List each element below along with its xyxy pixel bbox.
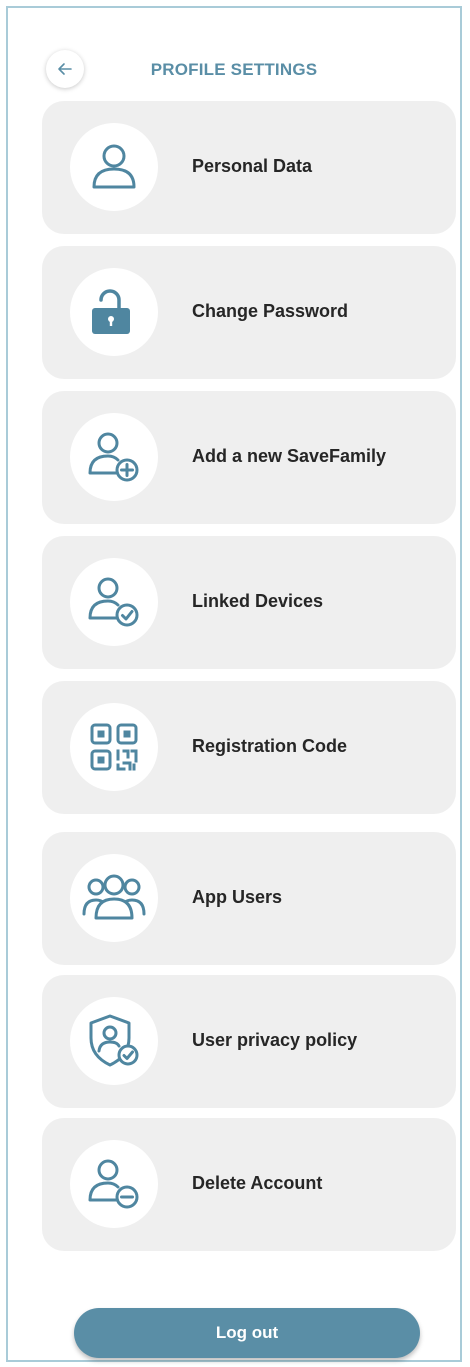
menu-item-app-users[interactable]: App Users [42, 832, 456, 965]
icon-circle [70, 997, 158, 1085]
menu-item-personal-data[interactable]: Personal Data [42, 101, 456, 234]
shield-user-check-icon [89, 1014, 139, 1067]
icon-circle [70, 268, 158, 356]
menu-item-label: Linked Devices [192, 591, 324, 611]
menu-item-change-password[interactable]: Change Password [42, 246, 456, 379]
menu-item-label: App Users [192, 887, 283, 907]
icon-circle [70, 558, 158, 646]
app-screen: PROFILE SETTINGS Personal Data Change Pa… [6, 6, 462, 1362]
icon-circle [70, 703, 158, 791]
unlocked-padlock-icon [92, 289, 130, 334]
menu-item-delete-account[interactable]: Delete Account [42, 1118, 456, 1251]
page-title: PROFILE SETTINGS [150, 60, 318, 79]
logout-button[interactable]: Log out [74, 1308, 420, 1358]
menu-item-label: Registration Code [192, 736, 348, 756]
menu-item-privacy-policy[interactable]: User privacy policy [42, 975, 456, 1108]
icon-circle [70, 1140, 158, 1228]
menu-item-label: Change Password [192, 301, 349, 321]
menu-item-label: Add a new SaveFamily [192, 446, 387, 466]
user-icon [92, 144, 136, 189]
menu-item-add-savefamily[interactable]: Add a new SaveFamily [42, 391, 456, 524]
user-remove-icon [88, 1159, 139, 1209]
icon-circle [70, 413, 158, 501]
header: PROFILE SETTINGS [8, 8, 460, 103]
menu-item-linked-devices[interactable]: Linked Devices [42, 536, 456, 669]
menu-item-label: Delete Account [192, 1173, 323, 1193]
menu-item-label: User privacy policy [192, 1030, 358, 1050]
icon-circle [70, 123, 158, 211]
menu-item-label: Personal Data [192, 156, 313, 176]
icon-circle [70, 854, 158, 942]
user-check-icon [88, 577, 139, 627]
menu-item-registration-code[interactable]: Registration Code [42, 681, 456, 814]
users-group-icon [82, 874, 146, 920]
user-add-icon [88, 432, 139, 482]
qr-code-icon [90, 723, 138, 771]
